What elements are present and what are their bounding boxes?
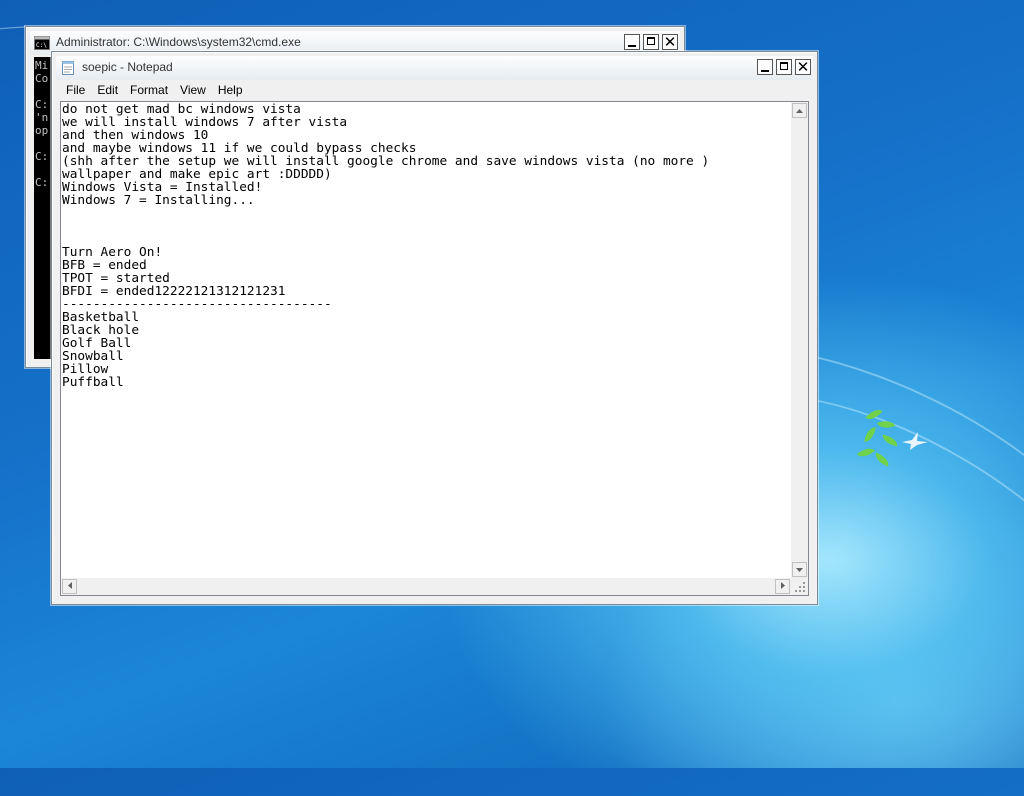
vertical-scrollbar[interactable] xyxy=(791,102,808,578)
text-line: Snowball xyxy=(62,349,124,364)
notepad-titlebar[interactable]: soepic - Notepad ✕ xyxy=(56,56,813,80)
scroll-down-button[interactable] xyxy=(792,562,807,577)
cmd-icon: C:\ xyxy=(34,36,50,50)
svg-text:C:\: C:\ xyxy=(36,42,47,49)
text-line: Pillow xyxy=(62,362,109,377)
horizontal-scrollbar[interactable] xyxy=(61,578,791,595)
close-icon: ✕ xyxy=(796,58,810,76)
arrow-left-icon xyxy=(67,582,72,589)
document-text[interactable]: do not get mad bc windows vista we will … xyxy=(62,103,790,577)
text-line: Black hole xyxy=(62,323,140,338)
minimize-icon xyxy=(761,70,769,72)
text-line xyxy=(62,207,790,220)
text-line: Golf Ball xyxy=(62,336,132,351)
text-line: Turn Aero On! xyxy=(62,245,163,260)
cmd-close-button[interactable]: ✕ xyxy=(662,33,678,51)
menu-file[interactable]: File xyxy=(60,81,91,99)
notepad-title: soepic - Notepad xyxy=(82,60,173,74)
maximize-icon xyxy=(780,62,788,70)
notepad-icon xyxy=(62,61,74,75)
cmd-minimize-button[interactable] xyxy=(624,34,640,50)
close-icon: ✕ xyxy=(663,33,677,51)
scroll-up-button[interactable] xyxy=(792,103,807,118)
scroll-right-button[interactable] xyxy=(775,579,790,594)
resize-grip[interactable] xyxy=(791,578,808,595)
arrow-right-icon xyxy=(780,582,785,589)
arrow-up-icon xyxy=(796,109,803,113)
menu-edit[interactable]: Edit xyxy=(91,81,124,99)
text-line: Basketball xyxy=(62,310,140,325)
menu-bar: File Edit Format View Help xyxy=(60,80,809,100)
arrow-down-icon xyxy=(796,568,803,572)
cmd-title: Administrator: C:\Windows\system32\cmd.e… xyxy=(56,35,301,49)
menu-view[interactable]: View xyxy=(174,81,212,99)
notepad-close-button[interactable]: ✕ xyxy=(795,58,811,76)
text-line xyxy=(62,233,790,246)
text-line: ----------------------------------- xyxy=(62,297,332,312)
minimize-icon xyxy=(628,45,636,47)
text-line: Puffball xyxy=(62,375,124,390)
cmd-maximize-button[interactable] xyxy=(643,34,659,50)
text-editor[interactable]: do not get mad bc windows vista we will … xyxy=(60,101,809,596)
notepad-minimize-button[interactable] xyxy=(757,59,773,75)
menu-format[interactable]: Format xyxy=(124,81,174,99)
menu-help[interactable]: Help xyxy=(212,81,249,99)
maximize-icon xyxy=(647,37,655,45)
notepad-maximize-button[interactable] xyxy=(776,59,792,75)
text-line: Windows 7 = Installing... xyxy=(62,193,255,208)
notepad-window[interactable]: soepic - Notepad ✕ File Edit Format View… xyxy=(51,51,818,605)
text-line xyxy=(62,220,790,233)
scroll-left-button[interactable] xyxy=(62,579,77,594)
text-line: BFB = ended xyxy=(62,258,147,273)
wallpaper-bird xyxy=(902,432,928,450)
